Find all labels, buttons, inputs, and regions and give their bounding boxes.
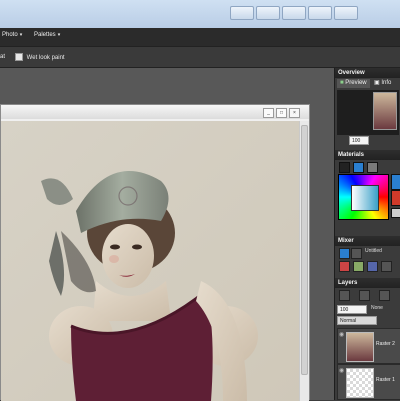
layer-group-icon[interactable]	[359, 290, 370, 301]
close-icon[interactable]: ×	[289, 108, 300, 118]
document-window[interactable]: _ □ ×	[0, 104, 310, 401]
blend-mode-select[interactable]: Normal	[337, 316, 377, 325]
info-icon: ▣	[374, 80, 380, 86]
option-label-1: at	[0, 54, 6, 60]
overview-header[interactable]: Overview	[335, 68, 400, 78]
mixer-tool-icon[interactable]	[339, 248, 350, 259]
title-button-3[interactable]	[282, 6, 306, 20]
mixer-tool-1[interactable]	[339, 261, 350, 272]
tool-options-bar: at Wet look paint	[0, 46, 400, 68]
menu-photo[interactable]: Photo ▾	[2, 32, 22, 38]
title-button-5[interactable]	[334, 6, 358, 20]
eye-icon[interactable]: ◉	[339, 331, 344, 338]
saturation-box[interactable]	[351, 185, 379, 211]
title-button-2[interactable]	[256, 6, 280, 20]
maximize-icon[interactable]: □	[276, 108, 287, 118]
layer-thumbnail	[346, 332, 374, 362]
title-button-4[interactable]	[308, 6, 332, 20]
tab-preview[interactable]: ■ Preview	[337, 79, 370, 88]
delete-layer-icon[interactable]	[379, 290, 390, 301]
materials-header[interactable]: Materials	[335, 150, 400, 160]
layer-thumbnail	[346, 368, 374, 398]
material-swatch-2[interactable]	[353, 162, 364, 173]
mixer-tool-4[interactable]	[381, 261, 392, 272]
wet-look-paint-label: Wet look paint	[26, 54, 65, 61]
foreground-color[interactable]	[391, 174, 400, 190]
new-layer-icon[interactable]	[339, 290, 350, 301]
mixer-preset[interactable]: Untitled	[365, 248, 382, 254]
scrollbar-thumb[interactable]	[301, 125, 308, 375]
title-button-1[interactable]	[230, 6, 254, 20]
menu-bar: Photo ▾ Palettes ▾	[0, 28, 400, 46]
chevron-down-icon: ▾	[57, 32, 61, 38]
mixer-tool-3[interactable]	[367, 261, 378, 272]
palettes-panel: Overview ■ Preview ▣ Info 100 Materials …	[334, 68, 400, 400]
vertical-scrollbar[interactable]	[299, 121, 309, 401]
photo-image	[1, 121, 299, 401]
preview-icon: ■	[340, 80, 344, 86]
material-swatch-1[interactable]	[339, 162, 350, 173]
eye-icon[interactable]: ◉	[339, 367, 344, 374]
image-canvas[interactable]	[1, 121, 299, 401]
minimize-icon[interactable]: _	[263, 108, 274, 118]
layer-row[interactable]: ◉ Raster 1	[337, 364, 400, 400]
zoom-field[interactable]: 100	[349, 136, 369, 145]
mixer-brush-icon[interactable]	[351, 248, 362, 259]
layer-name: Raster 1	[376, 377, 395, 383]
wet-look-paint-option[interactable]: Wet look paint	[15, 53, 65, 61]
lock-transparency[interactable]: None	[371, 305, 383, 311]
background-color[interactable]	[391, 190, 400, 206]
mixer-header[interactable]: Mixer	[335, 236, 400, 246]
overview-preview[interactable]	[337, 90, 399, 135]
lock-checkbox[interactable]	[391, 208, 400, 218]
opacity-field[interactable]: 100	[337, 305, 367, 314]
layer-row[interactable]: ◉ Raster 2	[337, 328, 400, 364]
chevron-down-icon: ▾	[19, 32, 23, 38]
checkbox[interactable]	[15, 53, 23, 61]
document-titlebar[interactable]: _ □ ×	[1, 105, 309, 119]
menu-palettes[interactable]: Palettes ▾	[34, 32, 60, 38]
material-swatch-3[interactable]	[367, 162, 378, 173]
mixer-tool-2[interactable]	[353, 261, 364, 272]
tab-info[interactable]: ▣ Info	[371, 79, 394, 88]
title-button-group	[222, 6, 400, 24]
preview-thumbnail	[373, 92, 397, 130]
app-titlebar	[0, 0, 400, 28]
layers-header[interactable]: Layers	[335, 278, 400, 288]
color-picker[interactable]	[338, 174, 389, 220]
layer-name: Raster 2	[376, 341, 395, 347]
